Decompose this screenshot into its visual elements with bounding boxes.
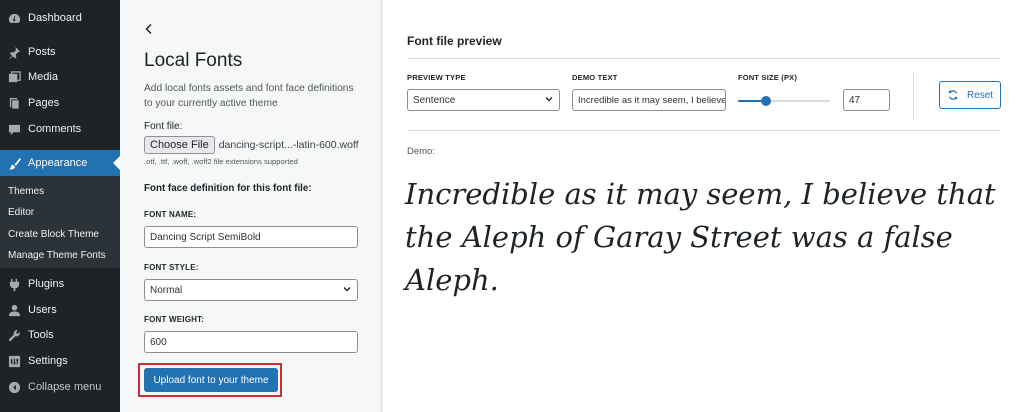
font-name-value: Dancing Script SemiBold <box>150 231 261 243</box>
font-name-label: FONT NAME: <box>144 210 197 219</box>
sidebar-item-tools[interactable]: Tools <box>0 323 120 347</box>
page-description: Add local fonts assets and font face def… <box>144 83 354 109</box>
font-file-label: Font file: <box>144 121 183 132</box>
sidebar-item-label: Media <box>28 71 58 83</box>
sidebar-item-label: Comments <box>28 123 82 135</box>
font-face-definition-heading: Font face definition for this font file: <box>144 183 312 194</box>
dashboard-icon <box>7 11 21 25</box>
font-style-label: FONT STYLE: <box>144 263 199 272</box>
sidebar-item-posts[interactable]: Posts <box>0 40 120 64</box>
sidebar-item-plugins[interactable]: Plugins <box>0 272 120 296</box>
pin-icon <box>7 45 21 59</box>
pages-icon <box>7 96 21 110</box>
toolbar-divider <box>913 72 914 120</box>
media-icon <box>7 70 21 84</box>
font-name-input[interactable]: Dancing Script SemiBold <box>144 226 358 248</box>
sidebar-item-pages[interactable]: Pages <box>0 91 120 115</box>
font-size-slider[interactable] <box>738 96 830 106</box>
sidebar-item-label: Settings <box>28 355 68 367</box>
sidebar-item-label: Users <box>28 304 57 316</box>
file-input-row: Choose File dancing-script...-latin-600.… <box>144 136 359 154</box>
local-fonts-panel: Local Fonts Add local fonts assets and f… <box>120 0 382 412</box>
preview-type-select[interactable]: Sentence <box>407 89 560 111</box>
sidebar-item-dashboard[interactable]: Dashboard <box>0 6 120 30</box>
appearance-submenu: Themes Editor Create Block Theme Manage … <box>0 176 120 268</box>
preview-type-value: Sentence <box>413 94 456 106</box>
collapse-menu-label: Collapse menu <box>28 381 102 393</box>
demo-text-input[interactable]: Incredible as it may seem, I believe tha… <box>572 89 726 111</box>
settings-icon <box>7 354 21 368</box>
file-extension-hint: .otf, .ttf, .woff, .woff2 file extension… <box>144 157 298 166</box>
submenu-item-create-block-theme[interactable]: Create Block Theme <box>8 224 99 244</box>
page-title: Local Fonts <box>144 50 243 71</box>
submenu-item-editor[interactable]: Editor <box>8 202 34 222</box>
collapse-icon <box>7 380 21 394</box>
sidebar-item-label: Plugins <box>28 278 65 290</box>
demo-text-label: DEMO TEXT <box>572 73 618 82</box>
font-style-value: Normal <box>150 284 183 296</box>
preview-title: Font file preview <box>407 34 502 48</box>
admin-sidebar: Dashboard Posts Media Pages Comments App… <box>0 0 120 412</box>
demo-text-value: Incredible as it may seem, I believe tha… <box>578 94 726 106</box>
choose-file-button[interactable]: Choose File <box>144 136 215 154</box>
sidebar-item-label: Pages <box>28 97 60 109</box>
sidebar-item-label: Dashboard <box>28 12 82 24</box>
sidebar-item-settings[interactable]: Settings <box>0 349 120 373</box>
sidebar-item-users[interactable]: Users <box>0 298 120 322</box>
sidebar-item-appearance[interactable]: Appearance <box>0 150 120 176</box>
sidebar-item-label: Posts <box>28 46 56 58</box>
chevron-down-icon <box>342 284 352 297</box>
demo-sentence: Incredible as it may seem, I believe tha… <box>405 177 996 297</box>
submenu-item-themes[interactable]: Themes <box>8 181 44 201</box>
font-size-label: FONT SIZE (PX) <box>738 73 798 82</box>
brush-icon <box>7 156 21 170</box>
upload-font-button[interactable]: Upload font to your theme <box>144 368 278 392</box>
font-weight-value: 600 <box>150 336 167 348</box>
submenu-item-manage-theme-fonts[interactable]: Manage Theme Fonts <box>8 245 106 265</box>
divider <box>407 58 1000 59</box>
selected-file-name: dancing-script...-latin-600.woff <box>218 139 359 151</box>
sidebar-item-label: Appearance <box>28 157 88 169</box>
font-weight-label: FONT WEIGHT: <box>144 315 205 324</box>
collapse-menu-button[interactable]: Collapse menu <box>0 375 120 399</box>
preview-type-label: PREVIEW TYPE <box>407 73 466 82</box>
sidebar-item-label: Tools <box>28 329 54 341</box>
font-weight-input[interactable]: 600 <box>144 331 358 353</box>
wrench-icon <box>7 328 21 342</box>
font-style-select[interactable]: Normal <box>144 279 358 301</box>
user-icon <box>7 303 21 317</box>
plug-icon <box>7 277 21 291</box>
comment-icon <box>7 122 21 136</box>
divider <box>407 130 1000 131</box>
back-chevron-icon[interactable] <box>142 22 156 36</box>
sidebar-item-media[interactable]: Media <box>0 65 120 89</box>
sidebar-item-comments[interactable]: Comments <box>0 117 120 141</box>
font-preview-panel: Font file preview PREVIEW TYPE Sentence … <box>383 0 1024 412</box>
font-size-input[interactable]: 47 <box>843 89 890 111</box>
reset-button[interactable]: Reset <box>939 81 1001 109</box>
reset-label: Reset <box>966 89 994 101</box>
reset-icon <box>948 90 958 100</box>
font-size-slider-thumb[interactable] <box>760 96 771 106</box>
demo-label: Demo: <box>407 146 435 157</box>
chevron-down-icon <box>544 94 554 107</box>
font-size-value: 47 <box>849 94 861 106</box>
